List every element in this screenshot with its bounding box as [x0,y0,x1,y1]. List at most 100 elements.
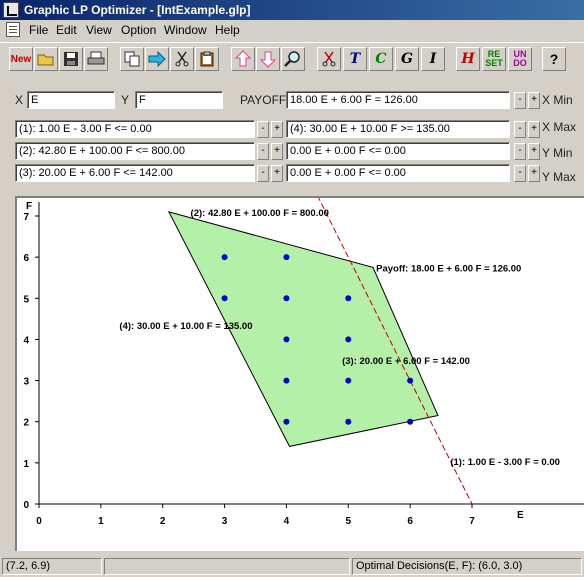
constraint-annotation: (4): 30.00 E + 10.00 F = 135.00 [119,321,252,332]
paste-button[interactable] [195,47,219,71]
reset-button[interactable]: RE SET [482,47,506,71]
constraint-5-minus-button[interactable]: - [514,143,526,160]
lp-chart: 0 1 2 3 4 5 6 7 0 1 2 3 4 5 6 7 E F (2): 42.80 E + 100.00 … [23,198,584,527]
window-title: Graphic LP Optimizer - [IntExample.glp] [24,3,251,17]
constraint-1-input[interactable]: (1): 1.00 E - 3.00 F <= 0.00 [15,120,255,138]
y-tick-label: 1 [23,459,29,470]
constraint-4-plus-button[interactable]: + [528,121,540,138]
constraint-2-minus-button[interactable]: - [257,143,269,160]
constraint-6-minus-button[interactable]: - [514,165,526,182]
constraint-6-plus-button[interactable]: + [528,165,540,182]
forward-button[interactable] [145,47,169,71]
document-menu-icon[interactable] [6,22,20,37]
magnifier-icon [284,51,300,67]
x-tick-label: 2 [160,516,166,527]
integer-point [221,295,228,302]
integer-point [407,377,414,384]
input-panel: X E Y F PAYOFF 18.00 E + 6.00 F = 126.00… [0,88,584,188]
y-min-label: Y Min [542,146,573,160]
save-button[interactable] [59,47,83,71]
status-spacer [104,558,350,575]
payoff-label: PAYOFF [240,93,287,107]
constraint-annotation: (1): 1.00 E - 3.00 F = 0.00 [450,457,560,468]
scissors-tool-button[interactable] [317,47,341,71]
y-max-label: Y Max [542,170,576,184]
zoom-button[interactable] [281,47,305,71]
cursor-position: (7.2, 6.9) [2,558,102,575]
constraint-annotation: Payoff: 18.00 E + 6.00 F = 126.00 [376,263,521,274]
help-button[interactable]: ? [542,47,566,71]
y-tick-label: 6 [23,253,29,264]
scissors-icon [175,51,189,67]
y-variable-label: Y [121,93,130,107]
x-tick-label: 1 [98,516,104,527]
constraint-3-input[interactable]: (3): 20.00 E + 6.00 F <= 142.00 [15,164,255,182]
x-tick-label: 0 [36,516,42,527]
x-tick-label: 4 [284,516,290,527]
menu-option[interactable]: Option [121,23,156,37]
constraint-5-input[interactable]: 0.00 E + 0.00 F <= 0.00 [286,142,510,160]
x-variable-input[interactable]: E [27,91,115,109]
status-bar: (7.2, 6.9) Optimal Decisions(E, F): (6.0… [0,556,584,577]
move-up-button[interactable] [231,47,255,71]
new-button[interactable]: New [9,47,33,71]
constraint-2-plus-button[interactable]: + [271,143,283,160]
y-tick-label: 2 [23,418,29,429]
menu-view[interactable]: View [86,23,112,37]
y-tick-label: 4 [23,335,29,346]
constraint-1-plus-button[interactable]: + [271,121,283,138]
menu-bar: File Edit View Option Window Help [0,20,584,40]
constraint-5-plus-button[interactable]: + [528,143,540,160]
print-button[interactable] [84,47,108,71]
copy-button[interactable] [120,47,144,71]
arrow-up-icon [234,50,252,67]
integer-point [221,254,228,261]
i-tool-button[interactable]: I [421,47,445,71]
scissors-tool-icon [322,51,336,67]
y-variable-input[interactable]: F [135,91,223,109]
payoff-plus-button[interactable]: + [528,92,540,109]
x-tick-label: 3 [222,516,228,527]
constraint-4-minus-button[interactable]: - [514,121,526,138]
integer-point [283,336,290,343]
x-min-label: X Min [542,93,573,107]
constraint-4-input[interactable]: (4): 30.00 E + 10.00 F >= 135.00 [286,120,510,138]
cut-button[interactable] [170,47,194,71]
text-tool-button[interactable]: T [343,47,367,71]
constraint-2-input[interactable]: (2): 42.80 E + 100.00 F <= 800.00 [15,142,255,160]
menu-help[interactable]: Help [215,23,240,37]
menu-window[interactable]: Window [164,23,207,37]
constraint-annotation: (3): 20.00 E + 6.00 F = 142.00 [342,356,470,367]
undo-button[interactable]: UN DO [508,47,532,71]
x-max-label: X Max [542,120,577,134]
y-tick-label: 3 [23,377,29,388]
menu-edit[interactable]: Edit [56,23,77,37]
payoff-minus-button[interactable]: - [514,92,526,109]
integer-point [283,295,290,302]
payoff-input[interactable]: 18.00 E + 6.00 F = 126.00 [286,91,510,109]
integer-point [283,418,290,425]
g-tool-button[interactable]: G [395,47,419,71]
menu-file[interactable]: File [29,23,48,37]
h-tool-button[interactable]: H [456,47,480,71]
open-button[interactable] [34,47,58,71]
chart-canvas[interactable]: 0 1 2 3 4 5 6 7 0 1 2 3 4 5 6 7 E F (2): 42.80 E + 100.00 … [15,196,584,551]
x-tick-label: 7 [469,516,475,527]
arrow-right-icon [148,51,166,67]
move-down-button[interactable] [256,47,280,71]
toolbar: New T C G I H RE SET UN DO ? [0,42,584,76]
constraint-1-minus-button[interactable]: - [257,121,269,138]
integer-point [345,377,352,384]
y-tick-label: 0 [23,500,29,511]
integer-point [345,418,352,425]
integer-point [345,336,352,343]
c-tool-button[interactable]: C [369,47,393,71]
constraint-3-minus-button[interactable]: - [257,165,269,182]
integer-point [283,254,290,261]
integer-point [283,377,290,384]
y-axis-label: F [26,201,32,212]
constraint-3-plus-button[interactable]: + [271,165,283,182]
x-tick-label: 6 [407,516,413,527]
copy-icon [124,51,140,67]
constraint-6-input[interactable]: 0.00 E + 0.00 F <= 0.00 [286,164,510,182]
